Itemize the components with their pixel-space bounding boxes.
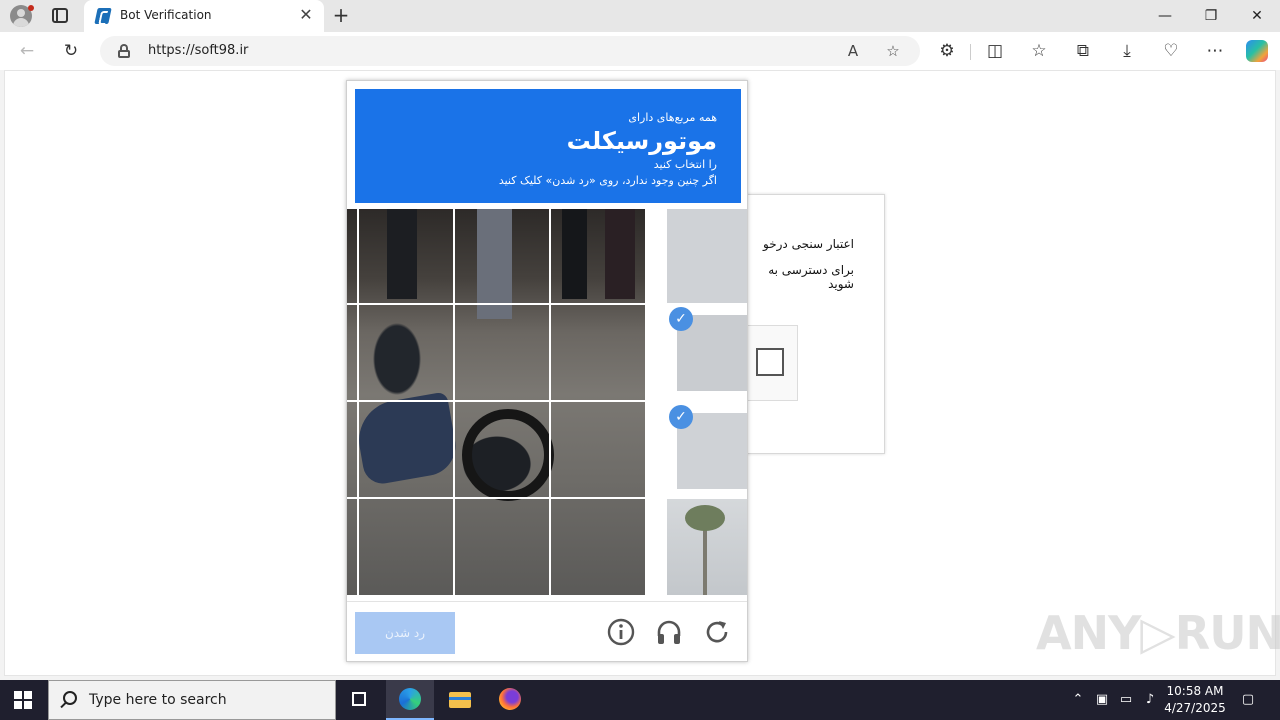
tab-close-icon[interactable]: ✕: [296, 5, 316, 25]
back-icon[interactable]: ←: [16, 40, 38, 62]
volume-icon[interactable]: ♪: [1140, 690, 1160, 710]
notification-icon[interactable]: ▢: [1238, 690, 1258, 710]
captcha-instruction-line-1: همه مربع‌های دارای: [628, 111, 717, 124]
search-icon: [63, 691, 77, 705]
extensions-icon[interactable]: ⚙: [936, 40, 958, 62]
captcha-tile[interactable]: [455, 499, 549, 595]
captcha-tile[interactable]: [357, 209, 453, 303]
taskbar-search-box[interactable]: Type here to search: [48, 680, 336, 720]
checkmark-icon: ✓: [669, 405, 693, 429]
file-explorer-icon[interactable]: [436, 680, 484, 720]
captcha-challenge: همه مربع‌های دارای موتورسیکلت را انتخاب …: [346, 80, 748, 662]
palm-tree-leaves: [685, 505, 725, 531]
tab-actions-icon[interactable]: [52, 8, 68, 23]
verification-checkbox[interactable]: [756, 348, 784, 376]
more-menu-icon[interactable]: ⋯: [1204, 40, 1226, 62]
captcha-tile[interactable]: [667, 499, 747, 595]
captcha-tile[interactable]: [551, 305, 645, 400]
copilot-icon[interactable]: [1246, 40, 1268, 62]
grid-line: [645, 209, 647, 595]
captcha-footer: رد شدن: [347, 601, 747, 661]
captcha-tile[interactable]: [667, 209, 747, 303]
downloads-icon[interactable]: ⤓: [1116, 40, 1138, 62]
verification-checkbox-container: [740, 325, 798, 401]
refresh-icon[interactable]: ↻: [60, 40, 82, 62]
captcha-tile[interactable]: [357, 305, 453, 400]
taskbar-clock[interactable]: 10:58 AM 4/27/2025: [1160, 683, 1230, 717]
captcha-tile[interactable]: [551, 499, 645, 595]
read-aloud-icon[interactable]: A: [842, 40, 864, 62]
address-bar[interactable]: https://soft98.ir A ☆: [100, 36, 920, 66]
split-screen-icon[interactable]: ◫: [984, 40, 1006, 62]
captcha-header: همه مربع‌های دارای موتورسیکلت را انتخاب …: [355, 89, 741, 203]
watermark-logo: ANY▷RUN: [1036, 606, 1280, 660]
verification-line-1: اعتبار سنجی درخو: [763, 237, 854, 251]
network-icon[interactable]: ▭: [1116, 690, 1136, 710]
verification-line-3: شوید: [828, 277, 854, 291]
clock-date: 4/27/2025: [1164, 701, 1226, 715]
close-window-button[interactable]: ✕: [1234, 0, 1280, 32]
audio-headphones-icon[interactable]: [655, 618, 683, 646]
captcha-tile[interactable]: [357, 499, 453, 595]
captcha-tile[interactable]: [357, 402, 453, 497]
url-text[interactable]: https://soft98.ir: [148, 43, 248, 58]
windows-taskbar: Type here to search ⌃ ▣ ▭ ♪ 10:58 AM 4/2…: [0, 680, 1280, 720]
profile-notification-dot: [28, 5, 34, 11]
chevron-up-icon[interactable]: ⌃: [1068, 690, 1088, 710]
info-icon[interactable]: [607, 618, 635, 646]
reload-icon[interactable]: [703, 618, 731, 646]
meet-now-icon[interactable]: ▣: [1092, 690, 1112, 710]
minimize-button[interactable]: —: [1142, 0, 1188, 32]
browser-essentials-icon[interactable]: ♡: [1160, 40, 1182, 62]
captcha-instruction-line-4: اگر چنین وجود ندارد، روی «رد شدن» کلیک ک…: [498, 174, 717, 187]
restore-button[interactable]: ❐: [1188, 0, 1234, 32]
captcha-tile[interactable]: [551, 402, 645, 497]
captcha-tile[interactable]: [455, 209, 549, 303]
edge-icon[interactable]: [386, 680, 434, 720]
windows-start-icon[interactable]: [14, 691, 32, 709]
taskbar-search-placeholder: Type here to search: [89, 692, 227, 708]
firefox-icon[interactable]: [486, 680, 534, 720]
captcha-tile[interactable]: [455, 305, 549, 400]
new-tab-button[interactable]: +: [330, 4, 352, 26]
captcha-grid: [347, 209, 647, 595]
lock-icon[interactable]: [118, 44, 130, 58]
skip-button[interactable]: رد شدن: [355, 612, 455, 654]
task-view-icon[interactable]: [336, 680, 384, 720]
site-favicon-icon: [94, 8, 112, 24]
favorite-star-icon[interactable]: ☆: [882, 40, 904, 62]
captcha-tile[interactable]: [455, 402, 549, 497]
captcha-grid-area: ✓ ✓: [347, 209, 747, 595]
clock-time: 10:58 AM: [1166, 684, 1224, 698]
collections-icon[interactable]: ⧉: [1072, 40, 1094, 62]
captcha-target-word: موتورسیکلت: [566, 127, 717, 155]
checkmark-icon: ✓: [669, 307, 693, 331]
captcha-instruction-line-3: را انتخاب کنید: [653, 158, 717, 171]
navigation-bar: ← ↻ https://soft98.ir A ☆ ⚙ ◫ ☆ ⧉ ⤓ ♡ ⋯: [0, 32, 1280, 70]
tab-title: Bot Verification: [120, 8, 212, 22]
verification-line-2: برای دسترسی به: [768, 263, 854, 277]
favorites-icon[interactable]: ☆: [1028, 40, 1050, 62]
captcha-tile[interactable]: [551, 209, 645, 303]
browser-tab-active[interactable]: Bot Verification ✕: [84, 0, 324, 32]
tab-bar: Bot Verification ✕ + — ❐ ✕: [0, 0, 1280, 32]
toolbar-divider: [970, 44, 971, 60]
